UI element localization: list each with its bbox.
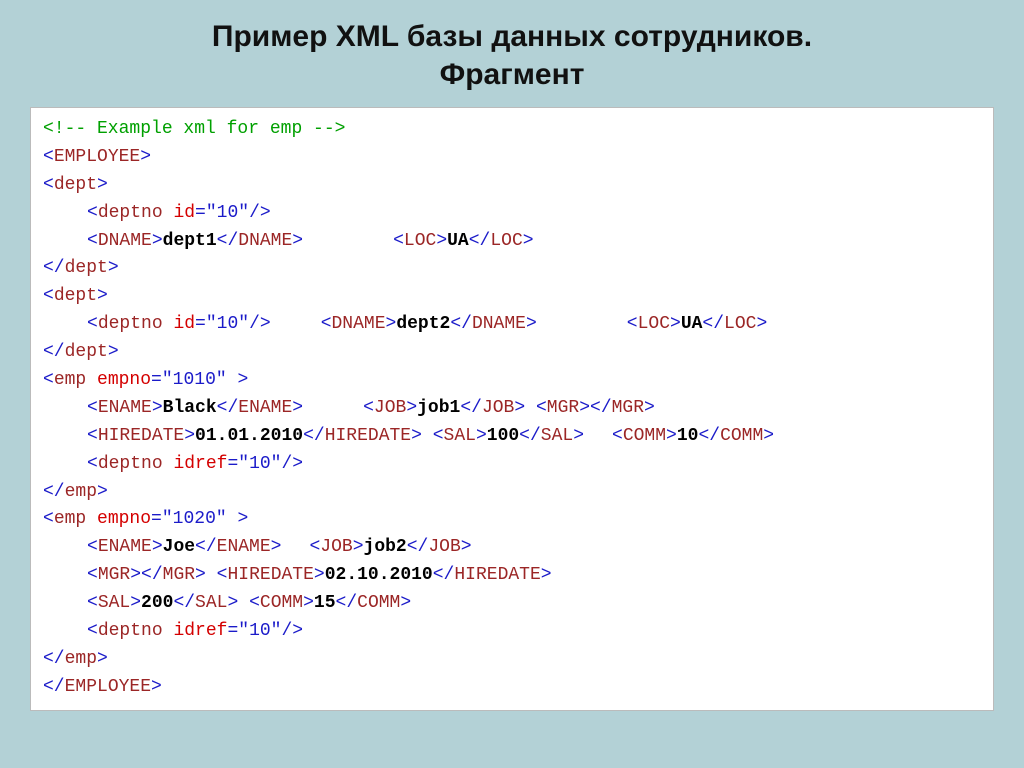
- tag-emp1-close: </emp>: [43, 479, 981, 507]
- emp2-deptno: <deptno idref="10"/>: [43, 618, 981, 646]
- tag-dept2-close: </dept>: [43, 339, 981, 367]
- tag-dept1-open: <dept>: [43, 172, 981, 200]
- emp1-row1: <ENAME>Black</ENAME><JOB>job1</JOB> <MGR…: [43, 395, 981, 423]
- xml-comment: <!-- Example xml for emp -->: [43, 116, 981, 144]
- dept1-dname-loc: <DNAME>dept1</DNAME><LOC>UA</LOC>: [43, 228, 981, 256]
- tag-employee-open: <EMPLOYEE>: [43, 144, 981, 172]
- tag-dept1-close: </dept>: [43, 255, 981, 283]
- tag-emp2-close: </emp>: [43, 646, 981, 674]
- slide: Пример XML базы данных сотрудников. Фраг…: [0, 0, 1024, 768]
- tag-emp2-open: <emp empno="1020" >: [43, 506, 981, 534]
- tag-dept2-open: <dept>: [43, 283, 981, 311]
- emp2-row1: <ENAME>Joe</ENAME><JOB>job2</JOB>: [43, 534, 981, 562]
- dept1-deptno: <deptno id="10"/>: [43, 200, 981, 228]
- title-line-1: Пример XML базы данных сотрудников.: [212, 20, 812, 53]
- emp1-deptno: <deptno idref="10"/>: [43, 451, 981, 479]
- emp2-row3: <SAL>200</SAL> <COMM>15</COMM>: [43, 590, 981, 618]
- emp2-row2: <MGR></MGR> <HIREDATE>02.10.2010</HIREDA…: [43, 562, 981, 590]
- tag-emp1-open: <emp empno="1010" >: [43, 367, 981, 395]
- xml-code-block: <!-- Example xml for emp --> <EMPLOYEE> …: [30, 107, 994, 711]
- slide-title: Пример XML базы данных сотрудников. Фраг…: [30, 18, 994, 93]
- dept2-row: <deptno id="10"/><DNAME>dept2</DNAME><LO…: [43, 311, 981, 339]
- title-line-2: Фрагмент: [440, 58, 585, 91]
- tag-employee-close: </EMPLOYEE>: [43, 674, 981, 702]
- emp1-row2: <HIREDATE>01.01.2010</HIREDATE> <SAL>100…: [43, 423, 981, 451]
